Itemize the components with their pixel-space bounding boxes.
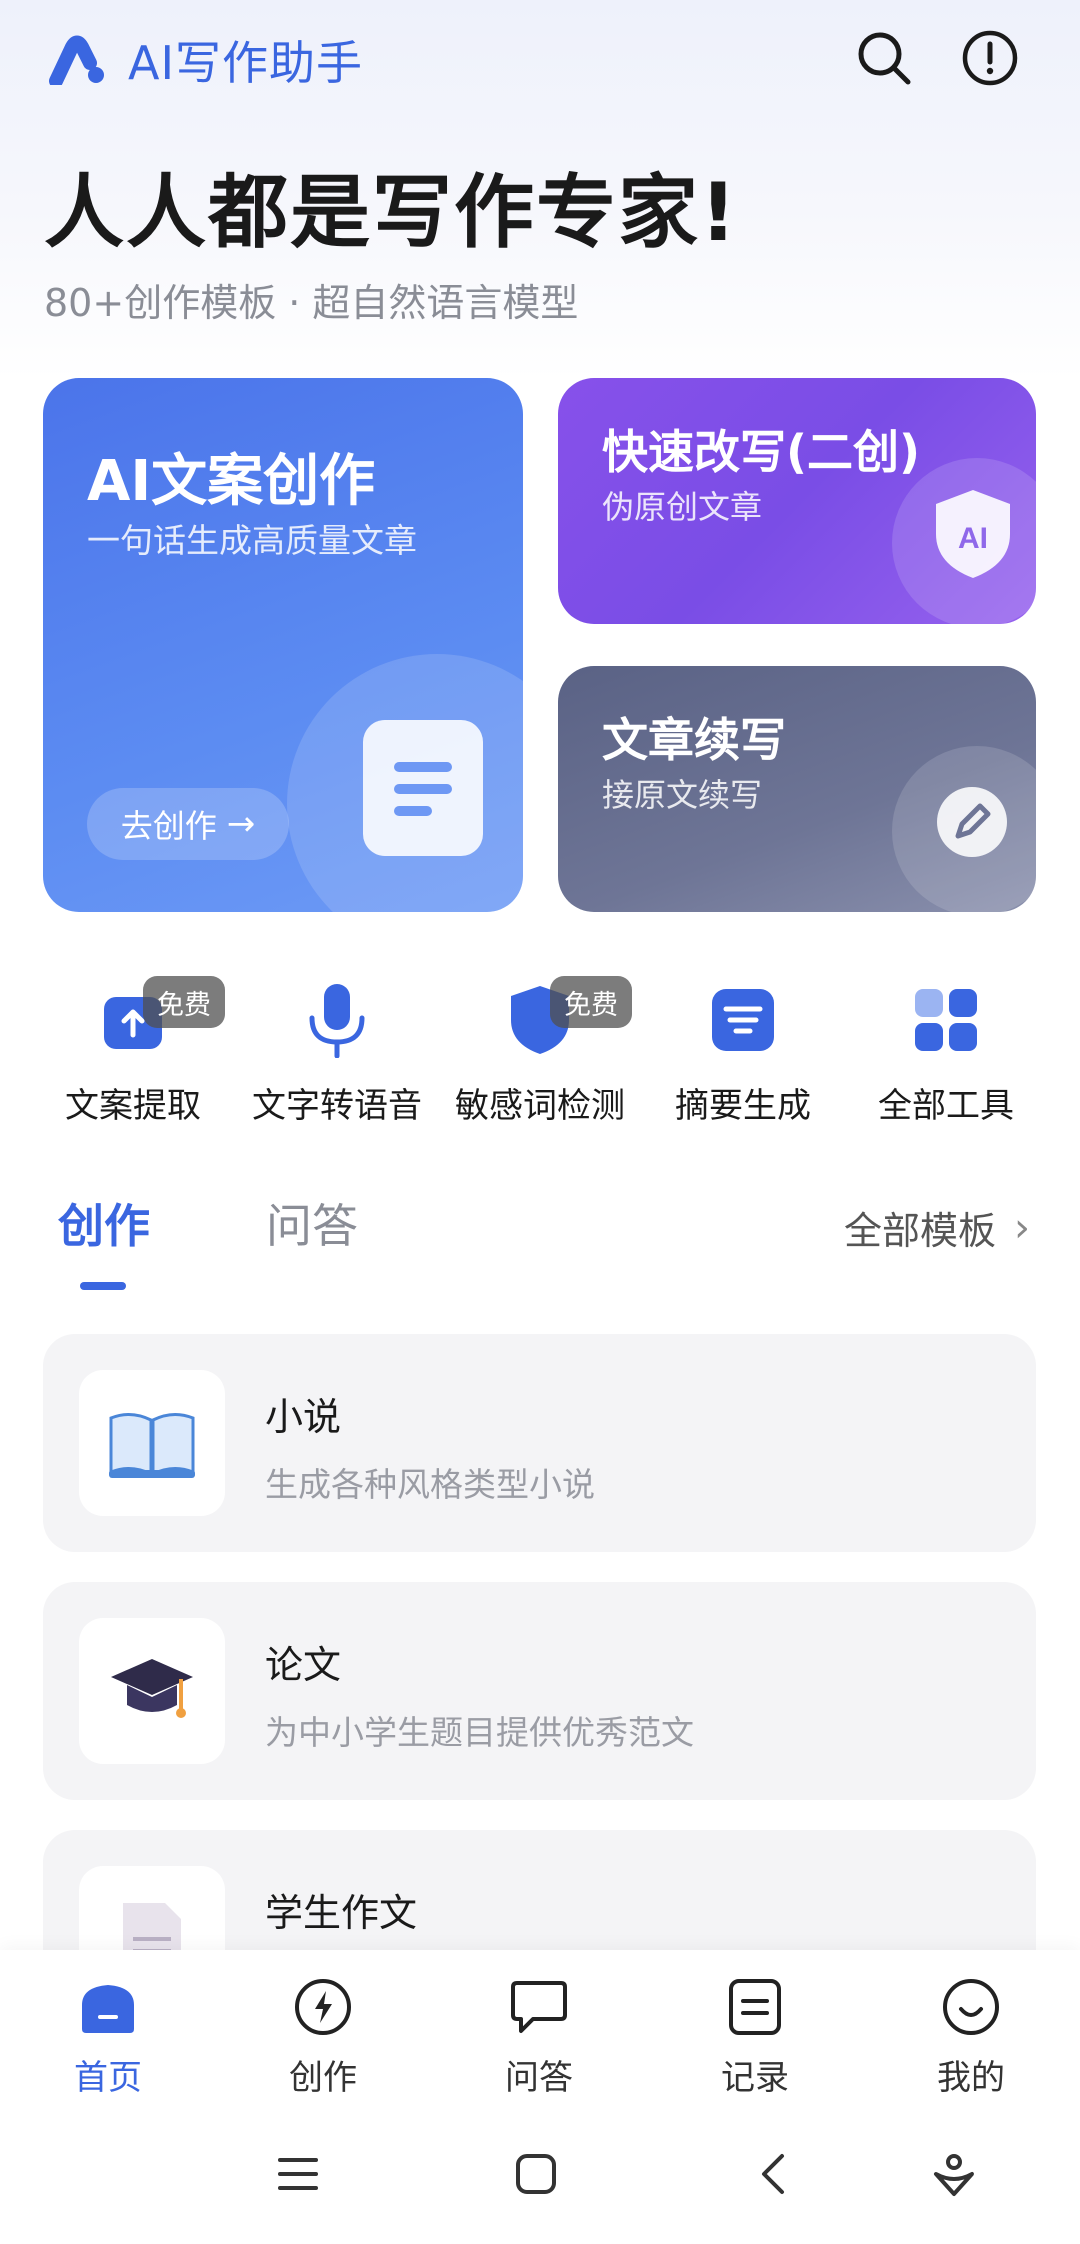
hero-title: 人人都是写作专家! [44,166,739,259]
svg-text:AI: AI [958,522,988,555]
summary-icon [705,982,781,1058]
grid-icon [908,982,984,1058]
quick-rewrite-card[interactable]: 快速改写(二创) 伪原创文章 AI [558,378,1036,624]
template-item-paper[interactable]: 论文 为中小学生题目提供优秀范文 [43,1582,1036,1800]
card-title: AI文案创作 [87,449,376,514]
nav-label: 创作 [289,2058,357,2098]
tool-summary[interactable]: 摘要生成 [643,972,843,1132]
info-icon [962,30,1018,86]
card-title: 快速改写(二创) [602,425,921,479]
chevron-right-icon: › [1014,1204,1030,1251]
smile-icon [936,1972,1006,2042]
tool-text-to-speech[interactable]: 文字转语音 [237,972,437,1132]
sys-home-button[interactable] [506,2144,566,2204]
graduation-cap-icon [79,1618,225,1764]
microphone-icon [299,982,375,1058]
template-desc: 为中小学生题目提供优秀范文 [265,1713,694,1752]
tool-all-tools[interactable]: 全部工具 [846,972,1046,1132]
document-icon [363,720,483,856]
search-button[interactable] [852,26,916,90]
info-button[interactable] [958,26,1022,90]
lightning-icon [288,1972,358,2042]
menu-icon [278,2158,318,2190]
arrow-right-icon: → [226,804,256,844]
brand: AI写作助手 [48,28,363,92]
tool-sensitive-word-check[interactable]: 免费 敏感词检测 [440,972,640,1132]
card-title: 文章续写 [602,713,786,767]
free-badge: 免费 [143,976,225,1028]
tool-text-extract[interactable]: 免费 文案提取 [33,972,233,1132]
nav-label: 首页 [74,2058,142,2098]
card-desc: 接原文续写 [602,776,763,814]
all-templates-label: 全部模板 [843,1209,996,1253]
go-create-label: 去创作 [120,807,217,845]
nav-label: 问答 [505,2058,573,2098]
header: AI写作助手 [0,0,1080,120]
record-icon [720,1972,790,2042]
nav-home[interactable]: 首页 [33,1950,183,2102]
ai-copywriting-card[interactable]: AI文案创作 一句话生成高质量文章 去创作 → [43,378,523,912]
template-tabs: 创作 问答 全部模板 › [0,1190,1080,1300]
nav-label: 我的 [937,2058,1005,2098]
tab-indicator [80,1282,126,1290]
template-title: 论文 [265,1643,342,1687]
tool-label: 摘要生成 [675,1086,811,1126]
back-icon [762,2154,784,2194]
assistant-icon [934,2154,974,2196]
square-icon [516,2154,556,2194]
tool-label: 文案提取 [65,1086,201,1126]
tab-qa[interactable]: 问答 [266,1190,358,1256]
nav-record[interactable]: 记录 [680,1950,830,2102]
app-title: AI写作助手 [128,36,364,90]
article-continue-card[interactable]: 文章续写 接原文续写 [558,666,1036,912]
all-templates-link[interactable]: 全部模板 › [844,1200,1030,1255]
ai-shield-icon: AI [936,490,1010,578]
sys-back-button[interactable] [744,2144,804,2204]
home-icon [73,1972,143,2042]
bottom-nav: 首页 创作 问答 记录 我的 [0,1950,1080,2102]
tool-label: 全部工具 [878,1086,1014,1126]
sys-assistant-button[interactable] [924,2144,984,2204]
chat-icon [504,1972,574,2042]
template-desc: 生成各种风格类型小说 [265,1465,595,1504]
app-logo-icon [49,35,104,85]
tool-label: 敏感词检测 [455,1086,625,1126]
system-nav-bar [0,2102,1080,2244]
template-title: 小说 [265,1395,342,1439]
go-create-button[interactable]: 去创作 → [87,788,289,860]
nav-qa[interactable]: 问答 [464,1950,614,2102]
free-badge: 免费 [550,976,632,1028]
template-title: 学生作文 [265,1891,418,1935]
hero-subtitle: 80+创作模板 · 超自然语言模型 [44,281,579,325]
card-desc: 伪原创文章 [602,488,763,526]
tools-row: 免费 文案提取 文字转语音 免费 敏感词检测 摘要生成 全部工具 [0,972,1080,1132]
tool-label: 文字转语音 [252,1086,422,1126]
search-icon [858,32,911,85]
sys-menu-button[interactable] [268,2144,328,2204]
pencil-icon [937,787,1007,857]
nav-mine[interactable]: 我的 [896,1950,1046,2102]
nav-label: 记录 [721,2058,789,2098]
book-icon [79,1370,225,1516]
card-desc: 一句话生成高质量文章 [87,521,417,560]
nav-create[interactable]: 创作 [248,1950,398,2102]
template-item-novel[interactable]: 小说 生成各种风格类型小说 [43,1334,1036,1552]
tab-create[interactable]: 创作 [58,1190,150,1256]
